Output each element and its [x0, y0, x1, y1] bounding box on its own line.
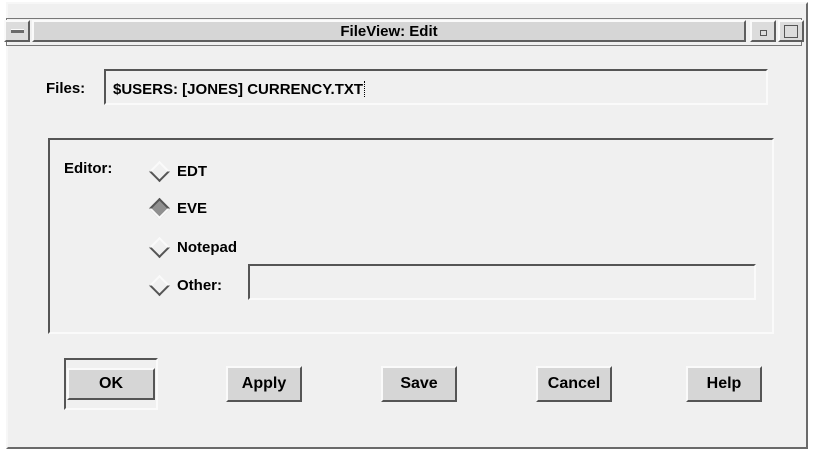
window-title: FileView: Edit [340, 22, 438, 40]
window-menu-button[interactable] [4, 20, 30, 42]
radio-other-label: Other: [177, 276, 222, 294]
apply-button[interactable]: Apply [226, 366, 302, 402]
minimize-button[interactable] [750, 20, 776, 42]
minimize-icon [760, 30, 767, 36]
cancel-button[interactable]: Cancel [536, 366, 612, 402]
radio-notepad[interactable]: Notepad [144, 233, 237, 261]
radio-other[interactable]: Other: [144, 271, 222, 299]
files-input[interactable]: $USERS: [JONES] CURRENCY.TXT [104, 69, 768, 105]
help-button[interactable]: Help [686, 366, 762, 402]
radio-edt[interactable]: EDT [144, 157, 207, 185]
radio-diamond-icon [148, 160, 171, 182]
radio-notepad-label: Notepad [177, 238, 237, 256]
radio-eve[interactable]: EVE [144, 194, 207, 222]
radio-diamond-selected-icon [148, 197, 171, 219]
window-title-bar[interactable]: FileView: Edit [32, 20, 746, 42]
radio-edt-label: EDT [177, 162, 207, 180]
save-button[interactable]: Save [381, 366, 457, 402]
ok-button[interactable]: OK [67, 368, 155, 400]
window-menu-icon [10, 29, 24, 33]
files-input-value: $USERS: [JONES] CURRENCY.TXT [113, 81, 364, 98]
radio-eve-label: EVE [177, 199, 208, 217]
radio-diamond-icon [148, 236, 171, 258]
editor-label: Editor: [64, 160, 113, 177]
maximize-button[interactable] [778, 20, 804, 42]
other-editor-input[interactable] [248, 264, 756, 300]
files-label: Files: [46, 80, 86, 97]
radio-diamond-icon [148, 274, 171, 296]
maximize-icon [784, 25, 798, 38]
text-cursor [364, 81, 367, 97]
